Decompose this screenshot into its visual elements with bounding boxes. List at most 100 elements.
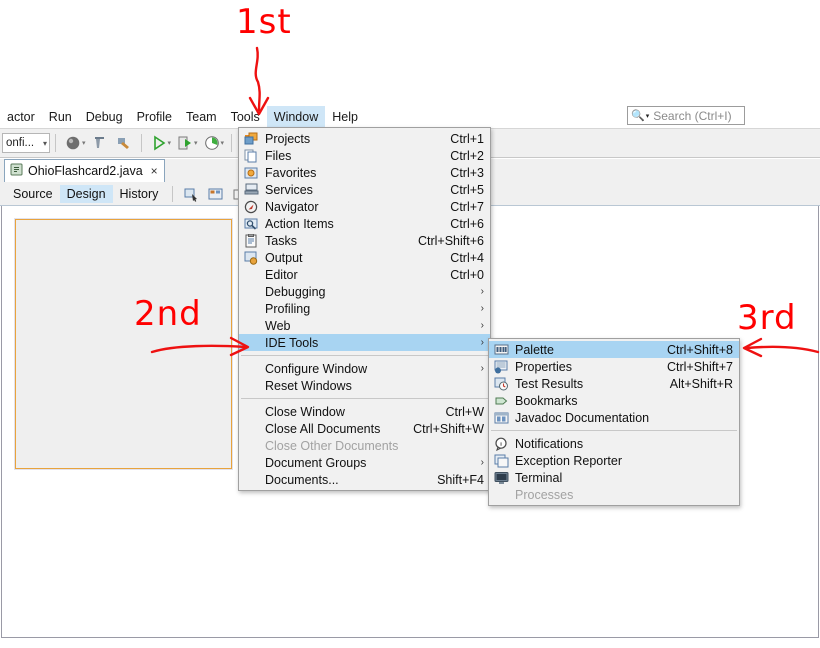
chevron-down-icon[interactable]: ▾ <box>82 139 86 147</box>
menu-item-test-results[interactable]: Test Results Alt+Shift+R <box>489 375 739 392</box>
menu-item-label: Processes <box>515 487 574 502</box>
menu-separator <box>241 355 488 356</box>
menu-item-properties[interactable]: Properties Ctrl+Shift+7 <box>489 358 739 375</box>
menu-item-label: Configure Window <box>265 361 368 376</box>
menu-item-processes: Processes <box>489 486 739 503</box>
services-icon <box>243 182 260 197</box>
configuration-combo[interactable]: onfi... ▾ <box>2 133 50 153</box>
menu-separator <box>241 398 488 399</box>
menu-item-label: Tasks <box>265 233 297 248</box>
menu-item-documents[interactable]: Documents... Shift+F4 <box>239 471 490 488</box>
menu-item-label: Projects <box>265 131 311 146</box>
menu-item-label: Palette <box>515 342 554 357</box>
menu-item-label: Action Items <box>265 216 334 231</box>
menu-item-shortcut: Ctrl+Shift+7 <box>666 359 733 374</box>
menu-item-services[interactable]: Services Ctrl+5 <box>239 181 490 198</box>
clean-build-icon[interactable] <box>88 131 112 155</box>
chevron-right-icon: › <box>480 286 484 297</box>
menu-item-label: Services <box>265 182 313 197</box>
selection-mode-icon[interactable] <box>180 182 204 206</box>
no-icon <box>493 487 510 502</box>
menu-item-javadoc-documentation[interactable]: Javadoc Documentation <box>489 409 739 426</box>
menu-item-label: Web <box>265 318 291 333</box>
menu-item-notifications[interactable]: Notifications <box>489 435 739 452</box>
ide-tools-submenu-popup: Palette Ctrl+Shift+8 Properties Ctrl+Shift+… <box>488 338 740 506</box>
menu-item-reset-windows[interactable]: Reset Windows <box>239 377 490 394</box>
chevron-down-icon[interactable]: ▾ <box>168 139 172 147</box>
menu-item-label: Profiling <box>265 301 311 316</box>
menu-item-close-all-documents[interactable]: Close All Documents Ctrl+Shift+W <box>239 420 490 437</box>
exception-icon <box>493 453 510 468</box>
menubar-item-profile[interactable]: Profile <box>130 106 179 128</box>
menu-item-label: Exception Reporter <box>515 453 623 468</box>
chevron-down-icon[interactable]: ▾ <box>221 139 225 147</box>
menu-item-shortcut: Ctrl+6 <box>450 216 484 231</box>
menu-item-shortcut: Ctrl+4 <box>450 250 484 265</box>
search-icon: 🔍 <box>631 110 645 122</box>
menubar-item-help[interactable]: Help <box>325 106 365 128</box>
chevron-right-icon: › <box>480 303 484 314</box>
menu-item-configure-window[interactable]: Configure Window › <box>239 360 490 377</box>
files-icon <box>243 148 260 163</box>
no-icon <box>243 284 260 299</box>
tab-history[interactable]: History <box>113 185 166 203</box>
chevron-right-icon: › <box>480 363 484 374</box>
menubar-item-refactor[interactable]: actor <box>0 106 42 128</box>
screenshot-root: actor Run Debug Profile Team Tools Windo… <box>0 0 820 648</box>
clean-icon[interactable] <box>112 131 136 155</box>
menubar-item-tools[interactable]: Tools <box>224 106 267 128</box>
menu-item-tasks[interactable]: Tasks Ctrl+Shift+6 <box>239 232 490 249</box>
menu-item-output[interactable]: Output Ctrl+4 <box>239 249 490 266</box>
menu-item-web[interactable]: Web › <box>239 317 490 334</box>
menu-item-document-groups[interactable]: Document Groups › <box>239 454 490 471</box>
menubar-item-window[interactable]: Window <box>266 105 326 128</box>
menubar-item-run[interactable]: Run <box>42 106 79 128</box>
chevron-down-icon[interactable]: ▾ <box>194 139 198 147</box>
notifications-icon <box>493 436 510 451</box>
palette-icon <box>493 342 510 357</box>
close-icon[interactable]: × <box>151 164 158 178</box>
tab-design[interactable]: Design <box>59 185 113 203</box>
menu-item-label: Documents... <box>265 472 339 487</box>
no-icon <box>243 318 260 333</box>
window-menu-popup: Projects Ctrl+1 Files Ctrl+2 Favorites Ctrl+3… <box>238 127 491 491</box>
menu-item-terminal[interactable]: Terminal <box>489 469 739 486</box>
properties-icon <box>493 359 510 374</box>
menu-item-label: Debugging <box>265 284 326 299</box>
chevron-down-icon: ▾ <box>42 138 47 148</box>
toolbar-separator <box>231 134 233 152</box>
document-tab[interactable]: OhioFlashcard2.java × <box>4 159 165 182</box>
menu-item-exception-reporter[interactable]: Exception Reporter <box>489 452 739 469</box>
menubar-item-team[interactable]: Team <box>179 106 224 128</box>
annotation-step-2-label: 2nd <box>134 294 202 334</box>
menu-item-favorites[interactable]: Favorites Ctrl+3 <box>239 164 490 181</box>
menu-item-label: Output <box>265 250 303 265</box>
menu-item-shortcut: Ctrl+3 <box>450 165 484 180</box>
connection-mode-icon[interactable] <box>204 182 228 206</box>
menu-item-profiling[interactable]: Profiling › <box>239 300 490 317</box>
menu-item-files[interactable]: Files Ctrl+2 <box>239 147 490 164</box>
menu-item-ide-tools[interactable]: IDE Tools › <box>239 334 490 351</box>
no-icon <box>243 378 260 393</box>
menu-item-shortcut: Ctrl+7 <box>450 199 484 214</box>
no-icon <box>243 335 260 350</box>
navigator-icon <box>243 199 260 214</box>
action-items-icon <box>243 216 260 231</box>
tab-source[interactable]: Source <box>6 185 60 203</box>
menubar-item-debug[interactable]: Debug <box>79 106 130 128</box>
menu-item-label: Javadoc Documentation <box>515 410 650 425</box>
search-input[interactable]: 🔍 ▾ Search (Ctrl+I) <box>627 106 745 125</box>
menu-item-close-window[interactable]: Close Window Ctrl+W <box>239 403 490 420</box>
menu-item-editor[interactable]: Editor Ctrl+0 <box>239 266 490 283</box>
menu-item-navigator[interactable]: Navigator Ctrl+7 <box>239 198 490 215</box>
chevron-right-icon: › <box>480 337 484 348</box>
menu-item-label: Test Results <box>515 376 584 391</box>
menu-item-bookmarks[interactable]: Bookmarks <box>489 392 739 409</box>
menu-item-palette[interactable]: Palette Ctrl+Shift+8 <box>489 341 739 358</box>
design-form-surface[interactable] <box>14 218 233 470</box>
no-icon <box>243 438 260 453</box>
menu-item-debugging[interactable]: Debugging › <box>239 283 490 300</box>
menu-item-label: Notifications <box>515 436 584 451</box>
menu-item-projects[interactable]: Projects Ctrl+1 <box>239 130 490 147</box>
menu-item-action-items[interactable]: Action Items Ctrl+6 <box>239 215 490 232</box>
